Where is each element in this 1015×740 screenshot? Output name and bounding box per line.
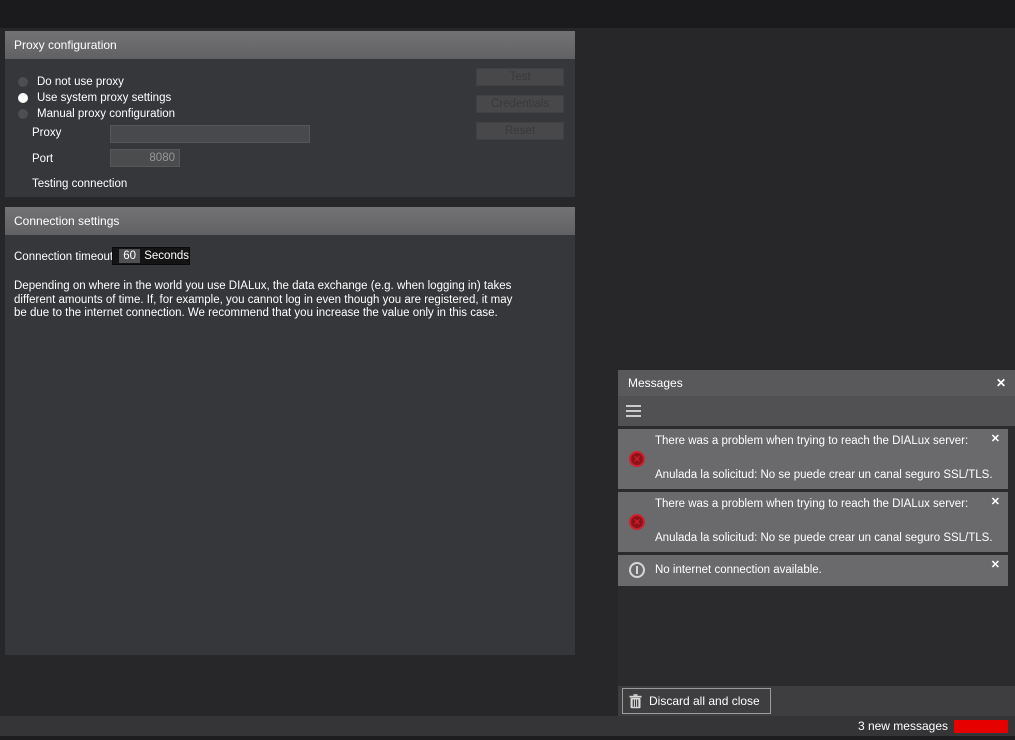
proxy-field-label: Proxy — [32, 127, 61, 139]
test-button[interactable]: Test — [476, 68, 564, 86]
radio-option-use-system-proxy[interactable]: Use system proxy settings — [18, 90, 171, 106]
messages-header: Messages ✕ — [618, 370, 1015, 396]
connection-timeout-label: Connection timeout — [14, 251, 113, 263]
radio-option-do-not-use-proxy[interactable]: Do not use proxy — [18, 74, 124, 90]
message-line1: There was a problem when trying to reach… — [655, 498, 982, 510]
messages-footer: Discard all and close — [618, 686, 1015, 716]
proxy-input[interactable] — [110, 125, 310, 143]
menu-icon[interactable] — [626, 405, 641, 417]
timeout-description: Depending on where in the world you use … — [14, 280, 516, 321]
error-icon — [629, 514, 645, 530]
connection-settings-panel: Connection settings Connection timeout 6… — [5, 207, 575, 655]
messages-list: ✕ There was a problem when trying to rea… — [618, 426, 1015, 686]
new-messages-count[interactable]: 3 new messages — [858, 719, 948, 733]
credentials-button[interactable]: Credentials — [476, 95, 564, 113]
radio-icon[interactable] — [18, 77, 28, 87]
messages-panel: Messages ✕ ✕ There was a problem when tr… — [618, 370, 1015, 716]
new-messages-badge[interactable] — [954, 720, 1008, 733]
radio-option-manual-proxy[interactable]: Manual proxy configuration — [18, 106, 175, 122]
dialux-settings-screen: Proxy configuration Do not use proxy Use… — [0, 0, 1015, 740]
timeout-unit-label: Seconds — [144, 250, 189, 262]
radio-icon[interactable] — [18, 93, 28, 103]
bottom-strip — [0, 736, 1015, 740]
radio-option-label: Do not use proxy — [37, 76, 124, 88]
message-item-error: ✕ There was a problem when trying to rea… — [618, 492, 1008, 552]
close-icon[interactable]: ✕ — [996, 370, 1006, 396]
trash-icon — [629, 694, 642, 709]
port-field-label: Port — [32, 153, 53, 165]
connection-panel-title: Connection settings — [5, 207, 575, 235]
timeout-spinner[interactable]: 60 Seconds — [112, 247, 190, 265]
message-item-info: ✕ No internet connection available. — [618, 555, 1008, 586]
testing-connection-status: Testing connection — [32, 178, 127, 190]
radio-icon[interactable] — [18, 109, 28, 119]
discard-all-and-close-button[interactable]: Discard all and close — [622, 688, 771, 714]
message-line1: There was a problem when trying to reach… — [655, 435, 982, 447]
message-line1: No internet connection available. — [655, 564, 982, 576]
radio-option-label: Use system proxy settings — [37, 92, 171, 104]
message-line2: Anulada la solicitud: No se puede crear … — [655, 469, 994, 481]
message-line2: Anulada la solicitud: No se puede crear … — [655, 532, 994, 544]
messages-toolbar — [618, 396, 1015, 426]
status-bar: 3 new messages — [0, 716, 1015, 736]
port-input[interactable] — [110, 149, 180, 167]
close-icon[interactable]: ✕ — [991, 558, 1000, 571]
info-icon — [629, 562, 645, 578]
radio-option-label: Manual proxy configuration — [37, 108, 175, 120]
proxy-panel-title: Proxy configuration — [5, 31, 575, 59]
message-item-error: ✕ There was a problem when trying to rea… — [618, 429, 1008, 489]
close-icon[interactable]: ✕ — [991, 495, 1000, 508]
messages-title: Messages — [628, 370, 683, 396]
discard-button-label: Discard all and close — [649, 694, 760, 708]
proxy-configuration-panel: Proxy configuration Do not use proxy Use… — [5, 31, 575, 197]
timeout-value[interactable]: 60 — [119, 249, 140, 263]
close-icon[interactable]: ✕ — [991, 432, 1000, 445]
reset-button[interactable]: Reset — [476, 122, 564, 140]
top-strip — [0, 0, 1015, 28]
error-icon — [629, 451, 645, 467]
